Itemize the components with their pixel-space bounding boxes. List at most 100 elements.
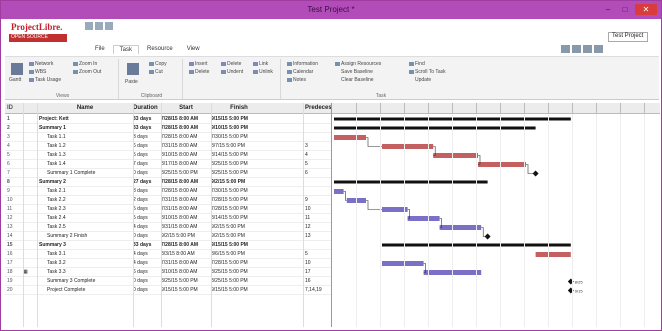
information-button[interactable]: Information: [287, 61, 318, 67]
undent-button[interactable]: Undent: [221, 69, 243, 75]
row-finish[interactable]: 7/28/15 5:00 PM: [211, 260, 267, 266]
row-id[interactable]: 15: [7, 242, 23, 248]
row-id[interactable]: 5: [7, 152, 23, 158]
copy-button[interactable]: Copy: [149, 61, 167, 67]
table-row[interactable]: 15 Summary 3 33 days 7/28/15 8:00 AM 9/15/15…: [5, 241, 331, 250]
row-predecessors[interactable]: 5: [305, 251, 329, 257]
task-bar[interactable]: [334, 135, 366, 140]
row-duration[interactable]: 27 days: [133, 179, 161, 185]
row-finish[interactable]: 9/10/15 5:00 PM: [211, 125, 267, 131]
row-finish[interactable]: 7/28/15 5:00 PM: [211, 206, 267, 212]
row-id[interactable]: 10: [7, 197, 23, 203]
row-finish[interactable]: 8/7/15 5:00 PM: [211, 143, 267, 149]
network-view-icon[interactable]: [572, 45, 581, 53]
row-duration[interactable]: 3 days: [133, 134, 161, 140]
row-start[interactable]: 7/28/15 8:00 AM: [161, 116, 211, 122]
table-row[interactable]: 3 Task 1.1 3 days 7/28/15 8:00 AM 7/30/15 5:…: [5, 133, 331, 142]
paste-label[interactable]: Paste: [125, 79, 138, 85]
row-duration[interactable]: 4 days: [133, 260, 161, 266]
row-name[interactable]: Summary 1: [37, 125, 133, 131]
table-row[interactable]: 18 ▦ Task 3.3 6 days 8/10/15 8:00 AM 8/25/15 …: [5, 268, 331, 277]
minimize-button[interactable]: –: [601, 4, 615, 15]
row-finish[interactable]: 8/6/15 5:00 PM: [211, 251, 267, 257]
row-name[interactable]: Summary 1 Complete: [37, 170, 133, 176]
row-id[interactable]: 16: [7, 251, 23, 257]
link-button[interactable]: Link: [253, 61, 268, 67]
task-bar[interactable]: [382, 261, 424, 266]
row-start[interactable]: 7/28/15 8:00 AM: [161, 179, 211, 185]
row-name[interactable]: Task 2.5: [37, 224, 133, 230]
row-finish[interactable]: 7/30/15 5:00 PM: [211, 188, 267, 194]
table-row[interactable]: 8 Summary 2 27 days 7/28/15 8:00 AM 9/2/15 5…: [5, 178, 331, 187]
gantt-label[interactable]: Gantt: [9, 77, 21, 83]
col-duration[interactable]: Duration: [133, 105, 161, 111]
row-finish[interactable]: 9/2/15 5:00 PM: [211, 224, 267, 230]
row-name[interactable]: Summary 2: [37, 179, 133, 185]
network-button[interactable]: Network: [29, 61, 53, 67]
row-finish[interactable]: 8/25/15 5:00 PM: [211, 161, 267, 167]
task-bar[interactable]: [433, 153, 478, 158]
task-bar[interactable]: [334, 189, 344, 194]
row-name[interactable]: Task 2.4: [37, 215, 133, 221]
row-start[interactable]: 7/28/15 8:00 AM: [161, 242, 211, 248]
row-predecessors[interactable]: 4: [305, 152, 329, 158]
row-name[interactable]: Project Complete: [37, 287, 133, 293]
row-id[interactable]: 14: [7, 233, 23, 239]
tab-file[interactable]: File: [89, 45, 111, 54]
app-logo[interactable]: ProjectLibre. OPEN SOURCE: [5, 19, 71, 49]
row-finish[interactable]: 9/15/15 5:00 PM: [211, 242, 267, 248]
row-name[interactable]: Task 3.3: [37, 269, 133, 275]
row-name[interactable]: Task 2.1: [37, 188, 133, 194]
row-duration[interactable]: 2 days: [133, 197, 161, 203]
task-bar[interactable]: [407, 216, 440, 221]
gantt-chart[interactable]: 8/25 9/15: [331, 103, 660, 327]
row-name[interactable]: Summary 3: [37, 242, 133, 248]
table-row[interactable]: 6 Task 1.4 7 days 8/17/15 8:00 AM 8/25/15 5:…: [5, 160, 331, 169]
task-bar[interactable]: [439, 225, 482, 230]
row-name[interactable]: Task 2.2: [37, 197, 133, 203]
row-duration[interactable]: 5 days: [133, 152, 161, 158]
row-duration[interactable]: 4 days: [133, 251, 161, 257]
row-id[interactable]: 3: [7, 134, 23, 140]
maximize-button[interactable]: □: [618, 4, 632, 15]
gantt-view-icon[interactable]: [561, 45, 570, 53]
find-button[interactable]: Find: [409, 61, 425, 67]
row-duration[interactable]: 6 days: [133, 269, 161, 275]
save-icon[interactable]: [85, 22, 93, 30]
row-name[interactable]: Task 1.1: [37, 134, 133, 140]
table-row[interactable]: 5 Task 1.3 5 days 8/10/15 8:00 AM 8/14/15 5:…: [5, 151, 331, 160]
task-bar[interactable]: [535, 252, 571, 257]
row-id[interactable]: 18: [7, 269, 23, 275]
resource-view-icon[interactable]: [583, 45, 592, 53]
row-start[interactable]: 7/31/15 8:00 AM: [161, 206, 211, 212]
table-row[interactable]: 11 Task 2.3 5 days 7/31/15 8:00 AM 7/28/15 5…: [5, 205, 331, 214]
table-row[interactable]: 13 Task 2.5 4 days 8/31/15 8:00 AM 9/2/15 5:…: [5, 223, 331, 232]
row-predecessors[interactable]: 7,14,19: [305, 287, 329, 293]
row-indicator[interactable]: ▦: [23, 269, 37, 275]
row-start[interactable]: 9/15/15 5:00 PM: [161, 287, 211, 293]
row-id[interactable]: 12: [7, 215, 23, 221]
table-row[interactable]: 16 Task 3.1 4 days 8/3/15 8:00 AM 8/6/15 5:0…: [5, 250, 331, 259]
row-start[interactable]: 7/28/15 8:00 AM: [161, 125, 211, 131]
row-predecessors[interactable]: 9: [305, 197, 329, 203]
assign-resources-button[interactable]: Assign Resources: [335, 61, 381, 67]
delete-2-button[interactable]: Delete: [221, 61, 241, 67]
table-row[interactable]: 9 Task 2.1 3 days 7/28/15 8:00 AM 7/30/15 5:…: [5, 187, 331, 196]
table-row[interactable]: 4 Task 1.2 6 days 7/31/15 8:00 AM 8/7/15 5:0…: [5, 142, 331, 151]
row-name[interactable]: Project: Kett: [37, 116, 133, 122]
delete-button[interactable]: Delete: [189, 69, 209, 75]
row-finish[interactable]: 7/28/15 5:00 PM: [211, 197, 267, 203]
row-duration[interactable]: 5 days: [133, 206, 161, 212]
row-duration[interactable]: 33 days: [133, 116, 161, 122]
clear-baseline-button[interactable]: Clear Baseline: [341, 77, 374, 83]
table-row[interactable]: 17 Task 3.2 4 days 7/31/15 8:00 AM 7/28/15 5…: [5, 259, 331, 268]
cut-button[interactable]: Cut: [149, 69, 163, 75]
table-row[interactable]: 10 Task 2.2 2 days 7/31/15 8:00 AM 7/28/15 5…: [5, 196, 331, 205]
row-start[interactable]: 8/10/15 8:00 AM: [161, 152, 211, 158]
undo-icon[interactable]: [95, 22, 103, 30]
row-start[interactable]: 8/10/15 8:00 AM: [161, 215, 211, 221]
summary-bar[interactable]: [334, 126, 536, 130]
table-row[interactable]: 7 Summary 1 Complete 0 days 8/25/15 5:00 PM…: [5, 169, 331, 178]
row-id[interactable]: 8: [7, 179, 23, 185]
row-finish[interactable]: 9/15/15 5:00 PM: [211, 287, 267, 293]
